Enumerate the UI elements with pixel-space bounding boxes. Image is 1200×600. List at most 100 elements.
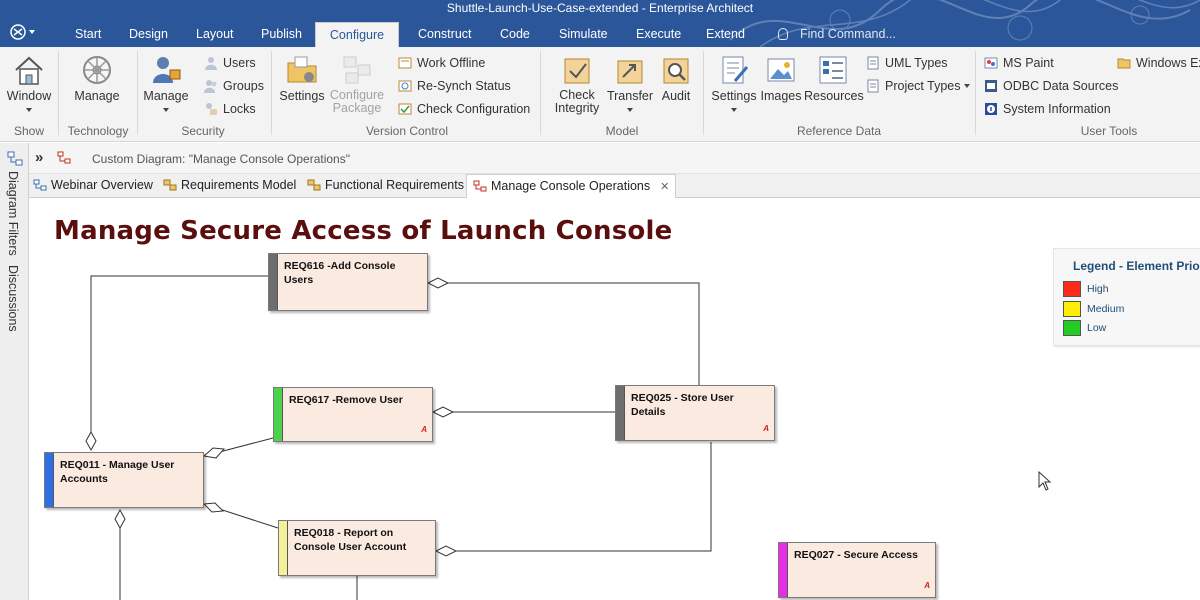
tab-execute[interactable]: Execute xyxy=(634,22,683,47)
check-integrity-button[interactable]: Check Integrity xyxy=(546,53,608,115)
reference-settings-button[interactable]: Settings xyxy=(710,53,758,117)
requirement-node-req011[interactable]: REQ011 - Manage User Accounts xyxy=(44,452,204,508)
vc-settings-label: Settings xyxy=(279,89,325,103)
vc-settings-button[interactable]: Settings xyxy=(278,53,326,103)
find-command-input[interactable]: Find Command... xyxy=(778,22,896,46)
windows-explorer-button[interactable]: Windows Ex xyxy=(1117,53,1200,73)
audit-label: Audit xyxy=(661,89,691,103)
resynch-status-label: Re-Synch Status xyxy=(417,79,511,93)
tab-design[interactable]: Design xyxy=(127,22,170,47)
tab-configure[interactable]: Configure xyxy=(315,22,399,47)
doc-tab-label: Manage Console Operations xyxy=(491,179,651,193)
mouse-cursor-icon xyxy=(1038,471,1052,491)
tab-start[interactable]: Start xyxy=(73,22,103,47)
left-panel-strip: Diagram Filters Discussions xyxy=(0,143,29,600)
ms-paint-button[interactable]: MS Paint xyxy=(984,53,1054,73)
ribbon-separator xyxy=(703,51,704,135)
resynch-status-button[interactable]: Re-Synch Status xyxy=(398,76,511,96)
expand-chevron-icon[interactable]: » xyxy=(35,149,43,166)
find-command-placeholder: Find Command... xyxy=(800,27,896,41)
legend-title: Legend - Element Prio xyxy=(1073,259,1200,273)
diagram-canvas[interactable]: Manage Secure Access of Launch Console R… xyxy=(30,198,1200,600)
technology-manage-button[interactable]: Manage xyxy=(70,53,124,103)
aggregation-diamond-icon xyxy=(426,277,450,289)
group-label-user-tools: User Tools xyxy=(1080,124,1138,138)
doc-tab-manage-console-operations[interactable]: Manage Console Operations ✕ xyxy=(466,174,677,199)
doc-tab-webinar-overview[interactable]: Webinar Overview xyxy=(33,174,153,198)
uml-types-label: UML Types xyxy=(885,56,948,70)
priority-bar xyxy=(616,386,625,440)
requirement-node-req025[interactable]: REQ025 - Store User Details A xyxy=(615,385,775,441)
uml-types-button[interactable]: UML Types xyxy=(866,53,948,73)
security-manage-button[interactable]: Manage xyxy=(142,53,190,117)
doc-tab-functional-requirements[interactable]: Functional Requirements xyxy=(307,174,464,198)
tab-simulate[interactable]: Simulate xyxy=(557,22,610,47)
check-configuration-button[interactable]: Check Configuration xyxy=(398,99,530,119)
user-icon xyxy=(204,56,218,70)
wheel-icon xyxy=(80,53,114,87)
project-types-icon xyxy=(866,79,880,93)
house-icon xyxy=(12,53,46,87)
reference-settings-label: Settings xyxy=(711,89,757,103)
requirement-tag: A xyxy=(763,424,769,433)
tab-publish[interactable]: Publish xyxy=(259,22,304,47)
connector xyxy=(436,442,712,552)
group-label-technology: Technology xyxy=(67,124,129,138)
tab-construct[interactable]: Construct xyxy=(416,22,474,47)
requirement-node-req617[interactable]: REQ617 -Remove User A xyxy=(273,387,433,442)
requirement-label: REQ018 - Report on Console User Account xyxy=(294,527,407,553)
priority-legend[interactable]: Legend - Element Prio High Medium Low xyxy=(1053,248,1200,346)
chevron-down-icon xyxy=(627,108,633,112)
images-label: Images xyxy=(760,89,802,103)
transfer-label: Transfer xyxy=(606,89,654,103)
system-information-button[interactable]: System Information xyxy=(984,99,1111,119)
diagram-icon xyxy=(33,176,47,191)
tab-extend[interactable]: Extend xyxy=(704,22,747,47)
aggregation-diamond-icon xyxy=(114,508,126,530)
project-types-button[interactable]: Project Types xyxy=(866,76,970,96)
ribbon-separator xyxy=(271,51,272,135)
discussions-tab[interactable]: Discussions xyxy=(6,265,20,332)
diagram-filters-icon[interactable] xyxy=(7,151,23,167)
folder-icon xyxy=(1117,56,1131,70)
priority-bar xyxy=(45,453,54,507)
groups-button[interactable]: Groups xyxy=(204,76,264,96)
diagram-filters-tab[interactable]: Diagram Filters xyxy=(6,171,20,256)
requirement-node-req616[interactable]: REQ616 -Add Console Users xyxy=(268,253,428,311)
ribbon-separator xyxy=(540,51,541,135)
requirements-diagram-icon xyxy=(307,176,321,191)
images-button[interactable]: Images xyxy=(760,53,802,103)
legend-label: Medium xyxy=(1087,302,1125,315)
window-button[interactable]: Window xyxy=(6,53,52,117)
legend-swatch xyxy=(1063,320,1081,336)
groups-label: Groups xyxy=(223,79,264,93)
configure-package-label: Configure Package xyxy=(329,88,385,115)
aggregation-diamond-icon xyxy=(431,406,455,418)
folder-settings-icon xyxy=(285,53,319,87)
odbc-data-sources-button[interactable]: ODBC Data Sources xyxy=(984,76,1118,96)
doc-tab-label: Webinar Overview xyxy=(51,178,153,192)
users-button[interactable]: Users xyxy=(204,53,256,73)
legend-item-high: High xyxy=(1063,281,1109,299)
locks-button[interactable]: Locks xyxy=(204,99,256,119)
database-icon xyxy=(984,79,998,93)
aggregation-diamond-icon xyxy=(202,502,225,513)
resources-button[interactable]: Resources xyxy=(804,53,864,103)
doc-tab-label: Functional Requirements xyxy=(325,178,464,192)
configure-package-button[interactable]: Configure Package xyxy=(326,53,388,115)
requirement-node-req018[interactable]: REQ018 - Report on Console User Account xyxy=(278,520,436,576)
audit-button[interactable]: Audit xyxy=(656,53,696,103)
group-label-security: Security xyxy=(181,124,225,138)
requirement-label: REQ025 - Store User Details xyxy=(631,392,734,418)
transfer-button[interactable]: Transfer xyxy=(606,53,654,117)
chevron-down-icon xyxy=(26,108,32,112)
system-info-icon xyxy=(984,102,998,116)
check-configuration-label: Check Configuration xyxy=(417,102,531,116)
tab-layout[interactable]: Layout xyxy=(194,22,236,47)
close-icon[interactable]: ✕ xyxy=(660,181,669,193)
tab-code[interactable]: Code xyxy=(498,22,532,47)
requirement-node-req027[interactable]: REQ027 - Secure Access A xyxy=(778,542,936,598)
doc-tab-requirements-model[interactable]: Requirements Model xyxy=(163,174,296,198)
work-offline-button[interactable]: Work Offline xyxy=(398,53,485,73)
group-icon xyxy=(204,79,218,93)
